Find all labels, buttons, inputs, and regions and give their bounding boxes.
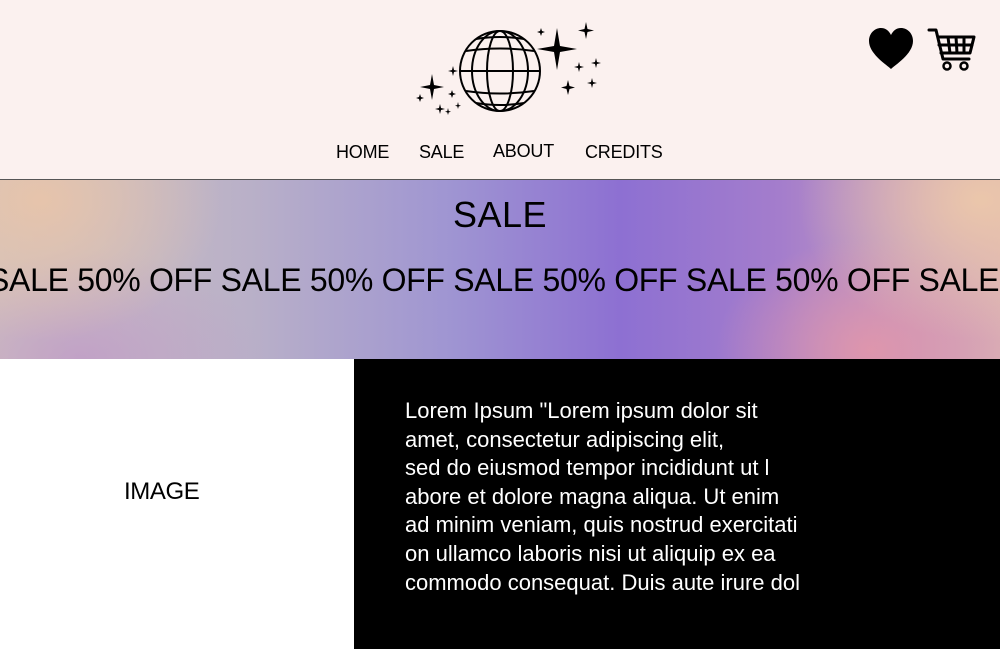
description-line: Lorem Ipsum "Lorem ipsum dolor sit [405, 398, 758, 423]
image-placeholder-label: IMAGE [124, 478, 200, 505]
nav-sale-link[interactable]: SALE [419, 142, 464, 163]
main-nav: HOME SALE ABOUT CREDITS [0, 141, 1000, 166]
sale-marquee-text: SALE 50% OFF SALE 50% OFF SALE 50% OFF S… [0, 262, 1000, 298]
nav-about-link[interactable]: ABOUT [493, 141, 554, 162]
heart-icon[interactable] [867, 27, 915, 71]
nav-credits-link[interactable]: CREDITS [585, 142, 663, 163]
nav-home-link[interactable]: HOME [336, 142, 389, 163]
description-text: Lorem Ipsum "Lorem ipsum dolor sit amet,… [405, 397, 885, 597]
description-line: on ullamco laboris nisi ut aliquip ex ea [405, 540, 776, 566]
sale-banner[interactable]: SALE SALE 50% OFF SALE 50% OFF SALE 50% … [0, 180, 1000, 359]
sale-banner-title: SALE [452, 194, 548, 235]
description-line: sed do eiusmod tempor incididunt ut l [405, 455, 770, 481]
shopping-cart-icon[interactable] [927, 26, 977, 72]
description-line: ad minim veniam, quis nostrud exercitati [405, 512, 798, 538]
image-placeholder: IMAGE [0, 359, 354, 649]
description-panel: Lorem Ipsum "Lorem ipsum dolor sit amet,… [354, 359, 1000, 649]
description-line: abore et dolore magna aliqua. Ut enim [405, 483, 780, 509]
description-line: amet, consectetur adipiscing elit, [405, 426, 725, 452]
site-header: HOME SALE ABOUT CREDITS [0, 0, 1000, 180]
description-line: commodo consequat. Duis aute irure dol [405, 569, 800, 595]
disco-ball-sparkles-icon[interactable] [410, 20, 610, 120]
